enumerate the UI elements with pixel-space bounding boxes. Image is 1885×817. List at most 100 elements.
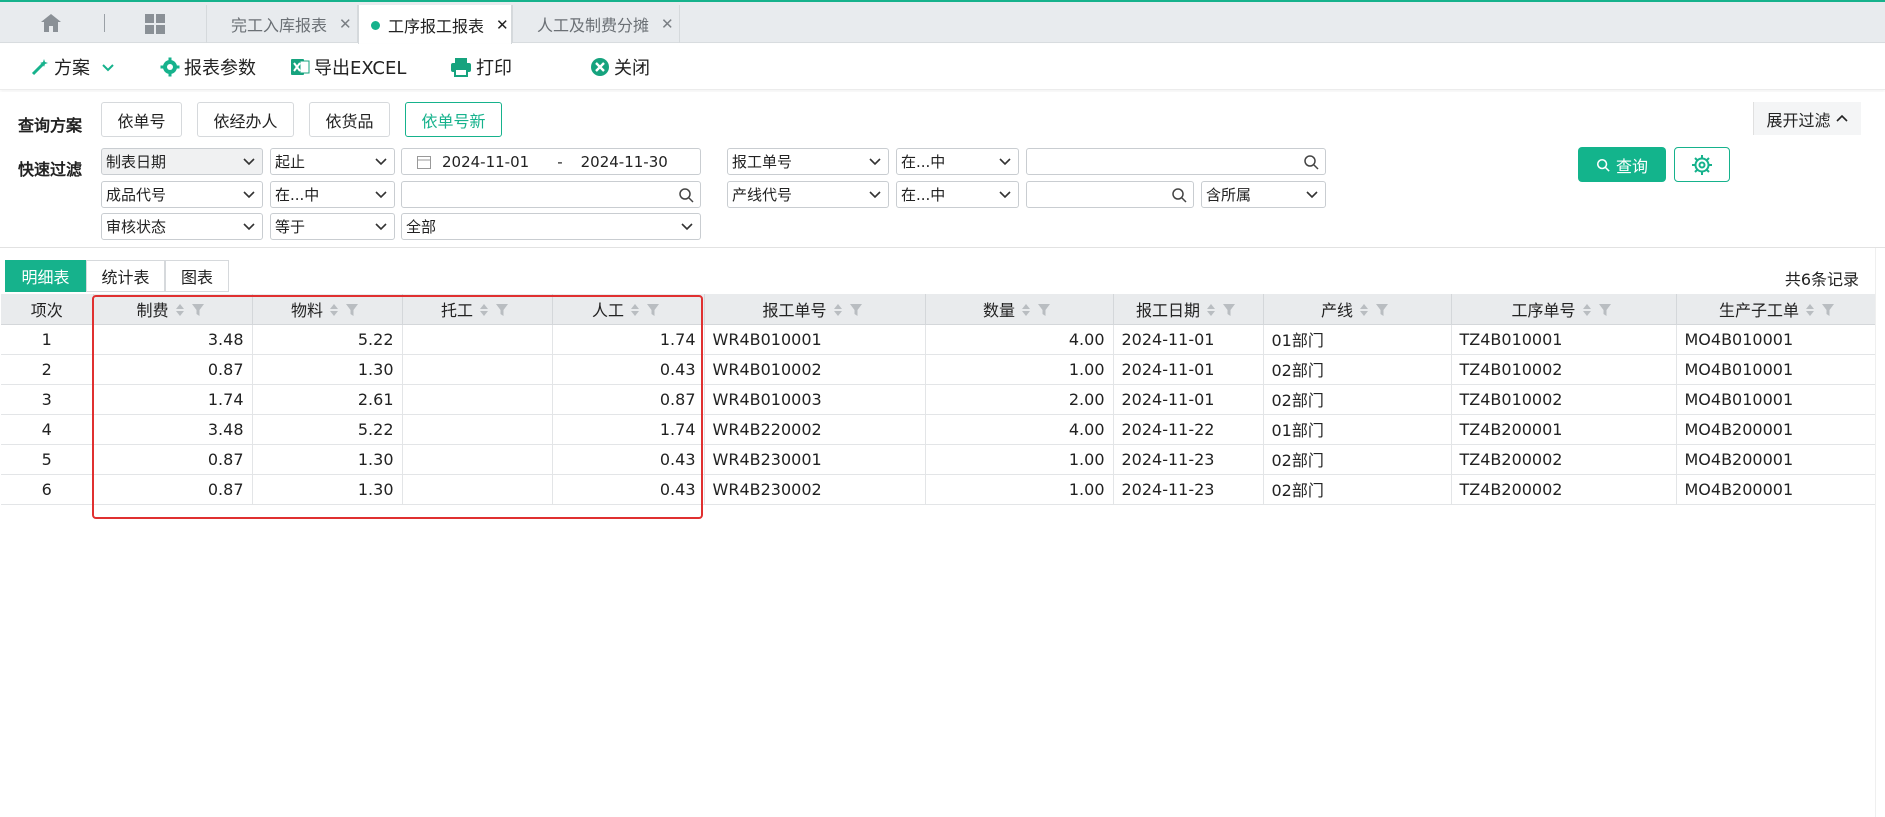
scheme-button[interactable]: 方案 [30,55,120,79]
table-cell [402,414,553,445]
table-row[interactable]: 6 0.87 1.30 0.43 WR4B230002 1.00 2024-11-23 02部… [1,474,1883,505]
column-header[interactable]: 报工日期 [1113,294,1264,325]
row2-operator2-select[interactable]: 在...中 [896,181,1019,208]
table-cell[interactable]: WR4B010002 [704,354,926,385]
table-cell: 2024-11-01 [1113,324,1264,355]
tab-label: 工序报工报表 [388,17,485,36]
close-icon[interactable]: ✕ [661,15,674,33]
sort-filter-icon[interactable] [630,302,664,321]
tab-labor-allocation[interactable]: 人工及制费分摊 ✕ [512,5,680,43]
table-cell[interactable]: WR4B220002 [704,414,926,445]
report-no-input[interactable] [1026,148,1326,175]
tab-detail[interactable]: 明细表 [5,260,86,292]
row2-operator-select[interactable]: 在...中 [270,181,395,208]
column-header[interactable]: 项次 [1,294,94,325]
column-header[interactable]: 工序单号 [1451,294,1677,325]
sort-filter-icon[interactable] [479,302,513,321]
table-cell: MO4B200001 [1676,414,1883,445]
tab-finished-storage-report[interactable]: 完工入库报表 ✕ [206,5,358,43]
column-header[interactable]: 产线 [1263,294,1452,325]
close-icon[interactable]: ✕ [339,15,352,33]
column-header[interactable]: 物料 [252,294,403,325]
table-row[interactable]: 4 3.48 5.22 1.74 WR4B220002 4.00 2024-11-22 01部… [1,414,1883,445]
sort-filter-icon[interactable] [1206,302,1240,321]
table-row[interactable]: 2 0.87 1.30 0.43 WR4B010002 1.00 2024-11-01 02部… [1,354,1883,385]
table-cell: 1.30 [252,444,403,475]
column-header[interactable]: 人工 [552,294,705,325]
row3-operator-select[interactable]: 等于 [270,213,395,240]
sort-filter-icon[interactable] [1805,302,1839,321]
column-header[interactable]: 生产子工单 [1676,294,1883,325]
query-button[interactable]: 查询 [1578,147,1666,182]
sort-filter-icon[interactable] [1021,302,1055,321]
report-params-button[interactable]: 报表参数 [160,55,256,79]
line-code-input[interactable] [1026,181,1194,208]
table-cell [402,384,553,415]
tab-statistics[interactable]: 统计表 [86,260,165,292]
expand-filter-button[interactable]: 展开过滤 [1753,102,1861,135]
table-cell[interactable]: WR4B230002 [704,474,926,505]
scheme-by-handler[interactable]: 依经办人 [197,102,294,137]
search-icon[interactable] [1303,154,1319,170]
search-icon[interactable] [1171,187,1187,203]
app-window: 完工入库报表 ✕ 工序报工报表 ✕ 人工及制费分摊 ✕ 方案 报表参数 导出EX… [0,0,1885,817]
chevron-down-icon [869,158,881,166]
table-cell: 1 [1,324,94,355]
table-row[interactable]: 5 0.87 1.30 0.43 WR4B230001 1.00 2024-11-23 02部… [1,444,1883,475]
table-cell: 0.43 [552,474,705,505]
search-icon[interactable] [678,187,694,203]
filter-settings-button[interactable] [1674,147,1730,182]
scheme-by-order-new[interactable]: 依单号新 [405,102,502,137]
chevron-down-icon [1306,191,1318,199]
apps-grid-icon[interactable] [144,13,166,35]
row1-field2-select[interactable]: 报工单号 [727,148,889,175]
row1-operator-select[interactable]: 起止 [270,148,395,175]
search-icon [1596,158,1610,172]
calendar-icon [417,155,431,169]
include-children-select[interactable]: 含所属 [1201,181,1326,208]
sort-filter-icon[interactable] [175,302,209,321]
column-header[interactable]: 报工单号 [704,294,926,325]
row1-operator2-select[interactable]: 在...中 [896,148,1019,175]
row1-field-select[interactable]: 制表日期 [101,148,263,175]
table-cell[interactable]: WR4B230001 [704,444,926,475]
column-header[interactable]: 数量 [925,294,1114,325]
sort-filter-icon[interactable] [329,302,363,321]
row3-field-select[interactable]: 审核状态 [101,213,263,240]
sort-filter-icon[interactable] [1582,302,1616,321]
close-icon[interactable]: ✕ [496,16,509,34]
table-row[interactable]: 3 1.74 2.61 0.87 WR4B010003 2.00 2024-11-01 02部… [1,384,1883,415]
column-header-label: 物料 [290,300,323,320]
table-cell: TZ4B010002 [1451,384,1677,415]
column-header[interactable]: 托工 [402,294,553,325]
sort-filter-icon[interactable] [833,302,867,321]
product-code-input[interactable] [401,181,701,208]
export-excel-button[interactable]: 导出EXCEL [290,55,406,79]
column-header-label: 产线 [1320,300,1353,320]
table-cell: 1.00 [925,354,1114,385]
scheme-by-goods[interactable]: 依货品 [309,102,390,137]
table-cell[interactable]: WR4B010001 [704,324,926,355]
scheme-by-order[interactable]: 依单号 [101,102,182,137]
table-cell [402,474,553,505]
select-value: 在...中 [901,153,946,171]
audit-status-select[interactable]: 全部 [401,213,701,240]
select-value: 起止 [275,153,306,171]
table-cell[interactable]: WR4B010003 [704,384,926,415]
date-range-input[interactable]: 2024-11-01 - 2024-11-30 [401,148,701,175]
sort-filter-icon[interactable] [1359,302,1393,321]
row2-field-select[interactable]: 成品代号 [101,181,263,208]
column-header[interactable]: 制费 [93,294,253,325]
close-button[interactable]: 关闭 [590,55,650,79]
vertical-scrollbar[interactable] [1875,248,1885,817]
tab-chart[interactable]: 图表 [165,260,229,292]
table-cell [402,354,553,385]
row2-field2-select[interactable]: 产线代号 [727,181,889,208]
column-header-label: 生产子工单 [1718,300,1799,320]
print-button[interactable]: 打印 [450,55,512,79]
chevron-down-icon [681,223,693,231]
table-cell: MO4B200001 [1676,474,1883,505]
table-row[interactable]: 1 3.48 5.22 1.74 WR4B010001 4.00 2024-11-01 01部… [1,324,1883,355]
home-icon[interactable] [40,13,62,33]
tab-process-report[interactable]: 工序报工报表 ✕ [358,5,512,45]
